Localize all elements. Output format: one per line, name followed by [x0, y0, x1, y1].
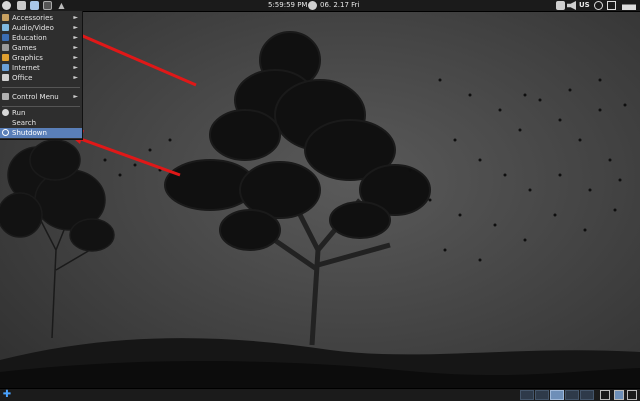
menu-item-accessories[interactable]: Accessories ►	[0, 13, 82, 23]
menu-item-internet[interactable]: Internet ►	[0, 63, 82, 73]
submenu-arrow-icon: ►	[73, 14, 78, 21]
run-icon	[2, 109, 9, 116]
network-icon[interactable]	[556, 1, 565, 10]
show-desktop-icon[interactable]	[600, 390, 610, 400]
submenu-arrow-icon: ►	[73, 93, 78, 100]
menu-item-shutdown[interactable]: Shutdown	[0, 128, 82, 138]
terminal-icon[interactable]	[43, 1, 52, 10]
menu-item-education[interactable]: Education ►	[0, 33, 82, 43]
start-button-icon[interactable]: ✚	[2, 390, 12, 400]
submenu-arrow-icon: ►	[73, 54, 78, 61]
date[interactable]: 06. 2.17 Fri	[320, 0, 360, 11]
start-menu-icon[interactable]	[2, 1, 11, 10]
workspace-5[interactable]	[580, 390, 594, 400]
menu-item-label: Office	[12, 74, 33, 82]
up-arrow-icon[interactable]: ▲	[57, 1, 66, 10]
shutdown-icon	[2, 129, 9, 136]
office-icon	[2, 74, 9, 81]
keyboard-layout[interactable]: US	[579, 0, 590, 11]
menu-item-label: Education	[12, 34, 47, 42]
menu-item-run[interactable]: Run	[0, 108, 82, 118]
menu-item-control-menu[interactable]: Control Menu ►	[0, 92, 82, 102]
submenu-arrow-icon: ►	[73, 44, 78, 51]
calendar-icon	[308, 1, 317, 10]
menu-item-label: Audio/Video	[12, 24, 54, 32]
menu-item-games[interactable]: Games ►	[0, 43, 82, 53]
submenu-arrow-icon: ►	[73, 64, 78, 71]
workspace-3[interactable]	[550, 390, 564, 400]
menu-item-label: Games	[12, 44, 37, 52]
menu-item-label: Graphics	[12, 54, 43, 62]
submenu-arrow-icon: ►	[73, 34, 78, 41]
submenu-arrow-icon: ►	[73, 74, 78, 81]
workspace-4[interactable]	[565, 390, 579, 400]
education-icon	[2, 34, 9, 41]
workspace-2[interactable]	[535, 390, 549, 400]
menu-separator	[2, 106, 80, 107]
top-panel: ▲ 5:59:59 PM 06. 2.17 Fri US	[0, 0, 640, 12]
accessories-icon	[2, 14, 9, 21]
clock[interactable]: 5:59:59 PM	[268, 0, 307, 11]
internet-icon	[2, 64, 9, 71]
workspace-1[interactable]	[520, 390, 534, 400]
chart-icon[interactable]	[622, 1, 636, 10]
application-menu: Accessories ► Audio/Video ► Education ► …	[0, 11, 83, 140]
file-manager-icon[interactable]	[17, 1, 26, 10]
audio-video-icon	[2, 24, 9, 31]
menu-separator	[2, 87, 80, 88]
desktop-switcher-icon[interactable]	[627, 390, 637, 400]
power-icon[interactable]	[594, 1, 603, 10]
menu-item-label: Accessories	[12, 14, 54, 22]
menu-item-label: Control Menu	[12, 93, 59, 101]
menu-item-label: Search	[12, 119, 37, 127]
submenu-arrow-icon: ►	[73, 24, 78, 31]
menu-item-label: Run	[12, 109, 26, 117]
battery-icon[interactable]	[607, 1, 616, 10]
text-editor-icon[interactable]	[30, 1, 39, 10]
bottom-panel: ✚	[0, 388, 640, 401]
games-icon	[2, 44, 9, 51]
graphics-icon	[2, 54, 9, 61]
menu-item-label: Internet	[12, 64, 40, 72]
menu-item-search[interactable]: Search	[0, 118, 82, 128]
volume-icon[interactable]	[567, 1, 576, 10]
control-menu-icon	[2, 93, 9, 100]
desktop-wallpaper	[0, 0, 640, 400]
menu-item-graphics[interactable]: Graphics ►	[0, 53, 82, 63]
menu-item-label: Shutdown	[12, 129, 47, 137]
menu-item-audio-video[interactable]: Audio/Video ►	[0, 23, 82, 33]
menu-item-office[interactable]: Office ►	[0, 73, 82, 83]
window-list-icon[interactable]	[614, 390, 624, 400]
